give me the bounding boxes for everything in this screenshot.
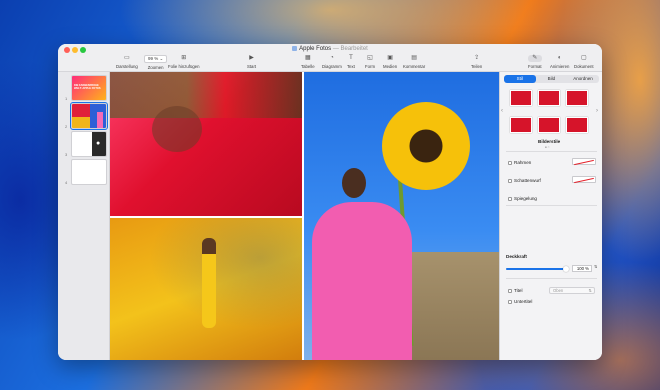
row-label-title[interactable]: Titel [508, 288, 523, 293]
share-icon: ⇪ [474, 55, 480, 61]
animate-icon: ◐ [557, 55, 562, 61]
image-style-3[interactable] [566, 90, 588, 106]
slide-canvas[interactable] [110, 72, 499, 360]
text-icon: T [349, 55, 353, 61]
document-icon: ▢ [580, 55, 587, 61]
photo-sunflower[interactable] [304, 72, 499, 360]
chevron-right-icon[interactable]: › [596, 108, 598, 114]
keynote-window: Apple Fotos — Bearbeitet ▭ Darstellung 9… [58, 44, 602, 360]
inspector-tab-bar: Stil Bild Anordnen [504, 75, 599, 83]
toolbar-zoom-control[interactable]: 99 % ⌄ Zoomen [144, 55, 168, 70]
image-style-2[interactable] [538, 90, 560, 106]
reflection-checkbox[interactable] [508, 196, 512, 201]
image-style-6[interactable] [566, 117, 588, 133]
comment-icon: ▤ [411, 55, 417, 61]
sidebar-icon: ▭ [124, 55, 130, 61]
shape-icon: ◱ [367, 55, 373, 61]
toolbar-animate-button[interactable]: ◐ Animieren [550, 55, 569, 69]
row-label-reflection[interactable]: Spiegelung [508, 196, 537, 201]
play-icon: ▶ [249, 55, 254, 61]
toolbar-chart-button[interactable]: ◔ Diagramm [322, 55, 342, 69]
chevron-left-icon[interactable]: ‹ [501, 108, 503, 114]
person-icon: ● [96, 140, 101, 147]
toolbar-table-button[interactable]: ▦ Tabelle [301, 55, 315, 69]
opacity-slider-fill [506, 268, 566, 270]
toolbar: Apple Fotos — Bearbeitet ▭ Darstellung 9… [58, 44, 602, 72]
toolbar-text-button[interactable]: T Text [347, 55, 355, 69]
toolbar-comment-button[interactable]: ▤ Kommentar [403, 55, 425, 69]
opacity-stepper[interactable]: ⇅ [594, 264, 597, 269]
slide-navigator: 1 DIE FARBENFROHE WELT: APPLE FOTOS 2 3 … [58, 72, 110, 360]
slide-number: 2 [65, 124, 68, 129]
tab-stil[interactable]: Stil [504, 75, 536, 83]
window-title: Apple Fotos — Bearbeitet [58, 46, 602, 52]
row-label-frame[interactable]: Rahmen [508, 160, 531, 165]
chart-icon: ◔ [330, 55, 334, 61]
subtitle-checkbox[interactable] [508, 299, 512, 304]
row-label-subtitle[interactable]: Untertitel [508, 299, 532, 304]
slide-number: 1 [65, 96, 68, 101]
toolbar-add-slide-button[interactable]: ⊞ Folie hinzufügen [168, 55, 200, 69]
table-icon: ▦ [304, 55, 311, 61]
slide-thumbnail-title: DIE FARBENFROHE WELT: APPLE FOTOS [74, 84, 101, 90]
document-icon [292, 46, 298, 51]
toolbar-share-button[interactable]: ⇪ Teilen [471, 55, 482, 69]
slide-number: 4 [65, 180, 68, 185]
toolbar-start-button[interactable]: ▶ Start [247, 55, 256, 69]
chevron-updown-icon: ⇅ [588, 288, 592, 293]
image-style-1[interactable] [510, 90, 532, 106]
tab-bild[interactable]: Bild [536, 75, 568, 83]
slide-thumbnail-1[interactable]: DIE FARBENFROHE WELT: APPLE FOTOS [71, 75, 107, 101]
frame-style-swatch[interactable] [572, 158, 596, 165]
toolbar-format-button[interactable]: ✎ Format [528, 55, 542, 69]
title-checkbox[interactable] [508, 288, 512, 293]
slide-thumbnail-4[interactable] [71, 159, 107, 185]
image-style-5[interactable] [538, 117, 560, 133]
opacity-slider-knob[interactable] [563, 266, 569, 272]
paintbrush-icon: ✎ [528, 55, 542, 62]
frame-disclosure-icon [508, 160, 512, 165]
section-title-image-styles: Bilderstile [538, 139, 561, 144]
opacity-value-field[interactable]: 100 % [572, 265, 592, 272]
row-label-shadow[interactable]: Schattenwurf [508, 178, 541, 183]
slide-thumbnail-2[interactable] [70, 102, 108, 130]
photo-yellow-dress[interactable] [110, 218, 302, 360]
plus-icon: ⊞ [181, 55, 187, 61]
toolbar-darstellung-button[interactable]: ▭ Darstellung [116, 55, 138, 69]
zoom-select[interactable]: 99 % ⌄ [144, 55, 168, 63]
slide-thumbnail-3[interactable]: ● [71, 131, 107, 157]
shadow-style-swatch[interactable] [572, 176, 596, 183]
shadow-disclosure-icon [508, 178, 512, 183]
opacity-slider[interactable] [506, 266, 569, 272]
toolbar-document-button[interactable]: ▢ Dokument [574, 55, 594, 69]
tab-anordnen[interactable]: Anordnen [567, 75, 599, 83]
title-position-dropdown[interactable]: Oben ⇅ [549, 287, 595, 294]
toolbar-shape-button[interactable]: ◱ Form [365, 55, 375, 69]
toolbar-media-button[interactable]: ▣ Medien [383, 55, 397, 69]
format-inspector: Stil Bild Anordnen ‹ › Bilderstile ● ○ R… [499, 72, 602, 360]
page-dots: ● ○ [545, 145, 550, 149]
slide-number: 3 [65, 152, 68, 157]
image-style-4[interactable] [510, 117, 532, 133]
media-icon: ▣ [387, 55, 393, 61]
row-label-opacity: Deckkraft [506, 254, 527, 259]
photo-red-portrait[interactable] [110, 72, 302, 216]
